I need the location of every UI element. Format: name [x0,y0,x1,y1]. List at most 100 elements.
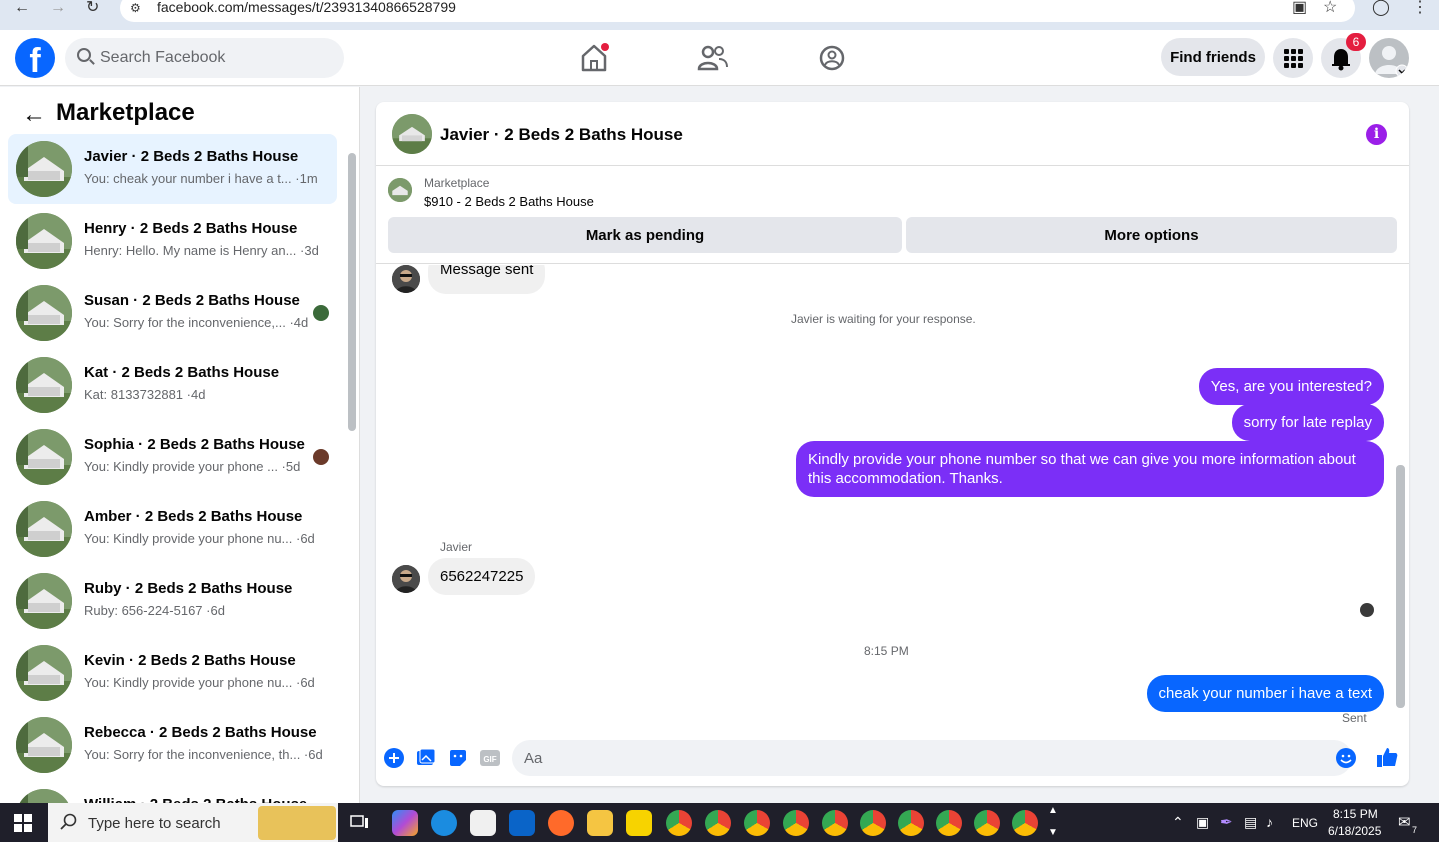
javier-avatar[interactable] [392,265,420,293]
thread-name: Susan · 2 Beds 2 Baths House [84,292,300,309]
outgoing-message[interactable]: Kindly provide your phone number so that… [796,441,1384,497]
chrome-icon[interactable] [898,810,924,836]
search-box[interactable] [65,38,344,78]
listing-thumbnail[interactable] [388,178,412,202]
bookmark-star-icon[interactable]: ☆ [1323,0,1337,16]
thread-item[interactable]: Javier · 2 Beds 2 Baths House You: cheak … [8,134,337,204]
search-input[interactable] [100,38,330,78]
facebook-header: f Find friends [0,30,1439,86]
volume-icon[interactable]: ♪ [1266,814,1273,830]
chrome-icon[interactable] [744,810,770,836]
reload-icon[interactable]: ↻ [86,0,99,16]
tray-chevron-icon[interactable]: ⌃ [1172,814,1184,831]
mark-as-pending-button[interactable]: Mark as pending [388,217,902,253]
emoji-icon[interactable] [1336,748,1356,768]
chrome-icon[interactable] [974,810,1000,836]
thumbs-up-icon[interactable] [1376,746,1398,768]
gif-icon[interactable]: GIF [480,748,500,768]
incoming-message[interactable]: 6562247225 [428,558,536,595]
listing-thumbnail [16,213,72,269]
thread-name: Sophia · 2 Beds 2 Baths House [84,436,305,453]
thread-item[interactable]: Rebecca · 2 Beds 2 Baths House You: Sorry… [8,710,337,780]
more-options-button[interactable]: More options [906,217,1397,253]
thread-name: Kat · 2 Beds 2 Baths House [84,364,280,381]
thread-item[interactable]: Henry · 2 Beds 2 Baths House Henry: Hello… [8,206,337,276]
panel-title: Marketplace [56,99,195,126]
home-icon[interactable] [574,40,614,76]
outgoing-message[interactable]: sorry for late replay [1231,404,1384,441]
network-icon[interactable]: ▤ [1244,814,1257,831]
menu-dots-icon[interactable]: ⋮ [1412,0,1428,16]
firefox-icon[interactable] [548,810,574,836]
conversation-avatar[interactable] [392,114,432,154]
install-icon[interactable]: ▣ [1292,0,1307,16]
thread-list-scrollbar[interactable] [348,153,356,431]
clock-time[interactable]: 8:15 PM [1333,807,1378,821]
clock-date[interactable]: 6/18/2025 [1328,824,1381,838]
find-friends-button[interactable]: Find friends [1161,38,1265,76]
sticker-icon[interactable] [448,748,468,768]
thread-item[interactable]: Kat · 2 Beds 2 Baths House Kat: 813373288… [8,350,337,420]
plus-circle-icon[interactable] [384,748,404,768]
thread-item[interactable]: Ruby · 2 Beds 2 Baths House Ruby: 656-224… [8,566,337,636]
conversation-header: Javier · 2 Beds 2 Baths House i [376,102,1409,166]
message-bubble[interactable]: Message sent [428,265,546,294]
site-info-icon[interactable]: ⚙ [130,0,141,16]
taskbar-search-icon [60,813,77,830]
listing-thumbnail [16,357,72,413]
store-icon[interactable] [470,810,496,836]
photo-icon[interactable] [416,748,436,768]
thread-item[interactable]: Amber · 2 Beds 2 Baths House You: Kindly … [8,494,337,564]
listing-thumbnail [16,429,72,485]
menu-grid-button[interactable] [1273,38,1313,78]
action-center-icon[interactable]: ✉ [1398,813,1411,831]
listing-thumbnail [16,717,72,773]
thread-snippet: Kat: 8133732881 ·4d [84,387,206,402]
profile-icon[interactable]: ◯ [1372,0,1390,16]
language-indicator[interactable]: ENG [1292,816,1318,830]
outgoing-message[interactable]: cheak your number i have a text [1146,675,1384,712]
taskbar-scroll-up-icon[interactable]: ▲ [1048,805,1058,816]
chrome-icon[interactable] [936,810,962,836]
seen-avatar [313,305,329,321]
task-view-icon[interactable] [350,814,370,832]
message-scrollbar[interactable] [1396,465,1405,708]
chrome-icon[interactable] [860,810,886,836]
facebook-logo-icon[interactable]: f [15,38,55,78]
groups-icon[interactable] [812,40,852,76]
listing-thumbnail [16,501,72,557]
message-input[interactable] [512,740,1352,776]
pen-icon[interactable]: ✒ [1220,813,1233,831]
meet-icon[interactable]: ▣ [1196,814,1209,831]
taskbar-scroll-down-icon[interactable]: ▼ [1048,827,1058,838]
info-icon[interactable]: i [1366,124,1387,145]
chrome-icon[interactable] [705,810,731,836]
file-explorer-icon[interactable] [587,810,613,836]
chrome-icon[interactable] [1012,810,1038,836]
thread-item[interactable]: Kevin · 2 Beds 2 Baths House You: Kindly … [8,638,337,708]
javier-avatar[interactable] [392,565,420,593]
taskbar-search[interactable]: Type here to search [48,803,338,842]
chrome-icon[interactable] [783,810,809,836]
windows-start-icon[interactable] [14,814,32,832]
back-arrow-icon[interactable]: ← [22,101,46,129]
edge-icon[interactable] [431,810,457,836]
friends-icon[interactable] [693,40,733,76]
thread-name: Amber · 2 Beds 2 Baths House [84,508,303,525]
chrome-icon[interactable] [666,810,692,836]
account-avatar[interactable] [1369,38,1409,78]
copilot-icon[interactable] [392,810,418,836]
listing-price[interactable]: $910 - 2 Beds 2 Baths House [424,194,594,209]
outgoing-message[interactable]: Yes, are you interested? [1198,368,1384,405]
listing-thumbnail [16,141,72,197]
thread-item[interactable]: Sophia · 2 Beds 2 Baths House You: Kindly… [8,422,337,492]
thread-snippet: You: Sorry for the inconvenience, th... … [84,747,323,762]
sticky-notes-icon[interactable] [626,810,652,836]
action-center-count: 7 [1412,825,1418,835]
back-icon[interactable]: ← [14,0,30,16]
outlook-icon[interactable] [509,810,535,836]
thread-snippet: You: Kindly provide your phone nu... ·6d [84,531,315,546]
thread-item[interactable]: Susan · 2 Beds 2 Baths House You: Sorry f… [8,278,337,348]
forward-icon[interactable]: → [50,0,66,16]
chrome-icon[interactable] [822,810,848,836]
